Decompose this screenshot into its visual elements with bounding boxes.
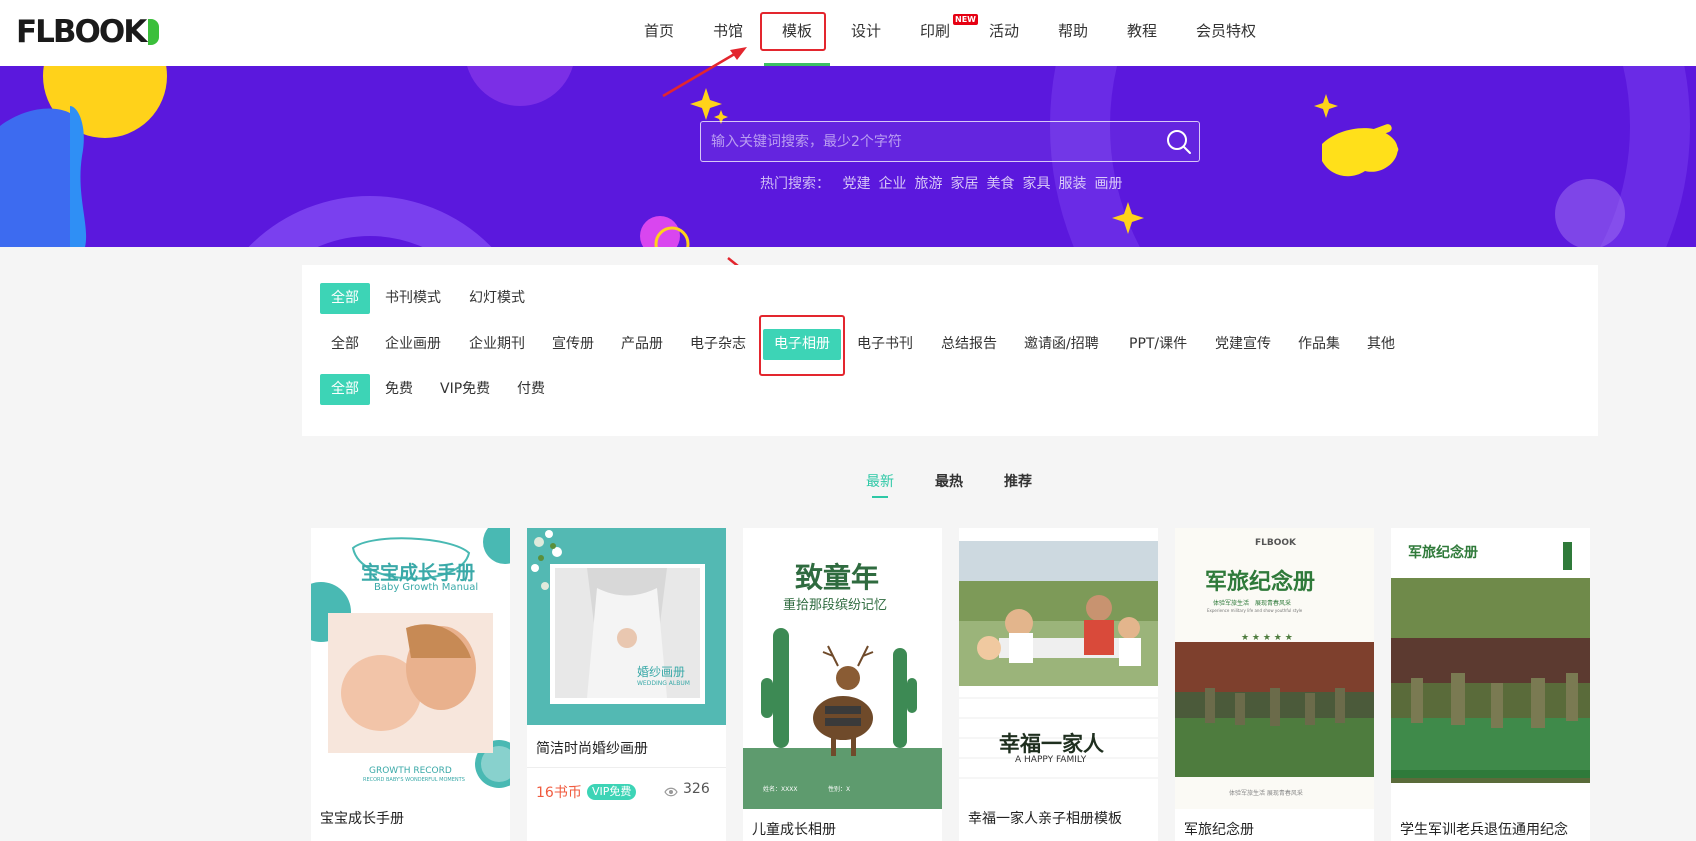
hot-searches: 热门搜索： 党建 企业 旅游 家居 美食 家具 服装 画册 (760, 173, 1122, 193)
template-thumbnail: 婚纱画册 WEDDING ALBUM (527, 528, 726, 725)
nav-design[interactable]: 设计 (851, 20, 881, 41)
nav-help[interactable]: 帮助 (1058, 20, 1088, 41)
template-thumbnail: 军旅纪念册 (1391, 528, 1590, 798)
mode-filter-all[interactable]: 全部 (320, 283, 370, 314)
mode-filter-book[interactable]: 书刊模式 (374, 283, 452, 314)
template-thumbnail: 致童年 重拾那段缤纷记忆 姓名：XXXX 性别：X (743, 528, 942, 809)
template-thumbnail: 幸福一家人 A HAPPY FAMILY (959, 528, 1158, 798)
hot-term[interactable]: 旅游 (914, 176, 942, 192)
template-card[interactable]: 致童年 重拾那段缤纷记忆 姓名：XXXX 性别：X 儿童成长相册 (743, 528, 942, 841)
search-input[interactable] (701, 122, 1151, 161)
sort-tab-recommended[interactable]: 推荐 (1004, 471, 1032, 491)
thumb-subheading: 体验军旅生活 展现青春风采 (1213, 600, 1292, 607)
card-title: 幸福一家人亲子相册模板 (968, 811, 1122, 827)
thumb-field-gender: 性别：X (828, 786, 851, 793)
thumb-subheading: A HAPPY FAMILY (1015, 755, 1087, 765)
template-card[interactable]: 宝宝成长手册 Baby Growth Manual GROWTH RECORD … (311, 528, 510, 841)
category-filter-all[interactable]: 全部 (320, 329, 370, 360)
template-card[interactable]: ★ ★ ★ ★ ★ FLBOOK 军旅纪念册 体验军旅生活 展现青春风采 Exp… (1175, 528, 1374, 841)
search-icon[interactable] (1165, 128, 1193, 156)
category-filter-report[interactable]: 总结报告 (930, 329, 1008, 360)
thumb-brand: FLBOOK (1255, 538, 1297, 548)
new-badge: NEW (953, 14, 978, 25)
vip-badge: VIP免费 (587, 784, 637, 800)
thumbnail-art (531, 530, 705, 704)
price-label: 16书币 (536, 785, 582, 801)
view-count: 326 (683, 781, 710, 797)
thumb-heading: 致童年 (795, 561, 880, 594)
site-header: FLBOOK 首页 书馆 模板 设计 印刷 NEW 活动 帮助 教程 会员特权 (0, 0, 1696, 66)
hot-term[interactable]: 画册 (1094, 176, 1122, 192)
hot-term[interactable]: 党建 (842, 176, 870, 192)
category-filter-ebook[interactable]: 电子书刊 (846, 329, 924, 360)
nav-membership[interactable]: 会员特权 (1196, 20, 1256, 41)
category-filter-portfolio[interactable]: 作品集 (1287, 329, 1351, 360)
sort-tab-newest[interactable]: 最新 (866, 471, 894, 491)
template-thumbnail: 宝宝成长手册 Baby Growth Manual GROWTH RECORD … (311, 528, 510, 798)
highlight-box-ealbum (759, 315, 845, 376)
card-title: 学生军训老兵退伍通用纪念 (1400, 822, 1568, 838)
thumb-heading: 婚纱画册 (637, 665, 686, 679)
card-title: 军旅纪念册 (1184, 822, 1254, 838)
category-filter-emagazine[interactable]: 电子杂志 (679, 329, 757, 360)
category-filter-corporate-journal[interactable]: 企业期刊 (458, 329, 536, 360)
highlight-box-templates (760, 12, 826, 51)
thumb-footer: GROWTH RECORD (369, 766, 452, 776)
template-card[interactable]: 军旅纪念册 学生军训老兵退伍通用纪念 (1391, 528, 1590, 841)
logo-text: FLBOOK (16, 14, 147, 50)
thumb-subheading: 重拾那段缤纷记忆 (783, 598, 888, 613)
thumb-subheading: Baby Growth Manual (374, 582, 479, 593)
thumb-heading: 宝宝成长手册 (361, 562, 476, 584)
mode-filter-slide[interactable]: 幻灯模式 (458, 283, 536, 314)
thumbnail-art (1391, 542, 1590, 783)
price-filter-free[interactable]: 免费 (374, 374, 424, 405)
svg-text:★ ★ ★ ★ ★: ★ ★ ★ ★ ★ (1241, 633, 1293, 643)
nav-library[interactable]: 书馆 (713, 20, 743, 41)
hot-search-label: 热门搜索： (760, 176, 830, 192)
category-filter-party[interactable]: 党建宣传 (1204, 329, 1282, 360)
hot-term[interactable]: 服装 (1058, 176, 1086, 192)
card-title: 简洁时尚婚纱画册 (536, 741, 648, 757)
thumb-heading: 军旅纪念册 (1205, 570, 1316, 595)
card-title: 宝宝成长手册 (320, 811, 404, 827)
thumb-heading: 军旅纪念册 (1408, 545, 1478, 561)
flbook-logo[interactable]: FLBOOK (16, 14, 160, 50)
nav-print[interactable]: 印刷 (920, 20, 950, 41)
template-card[interactable]: 婚纱画册 WEDDING ALBUM 简洁时尚婚纱画册 16书币 VIP免费 3… (527, 528, 726, 841)
template-search-box (700, 121, 1200, 162)
nav-home[interactable]: 首页 (644, 20, 674, 41)
category-filter-invitation[interactable]: 邀请函/招聘 (1013, 329, 1110, 360)
category-filter-product[interactable]: 产品册 (610, 329, 674, 360)
eye-icon (664, 787, 678, 797)
nav-events[interactable]: 活动 (989, 20, 1019, 41)
nav-tutorials[interactable]: 教程 (1127, 20, 1157, 41)
sort-tab-hottest[interactable]: 最热 (935, 471, 963, 491)
category-filter-corporate-album[interactable]: 企业画册 (374, 329, 452, 360)
category-filter-other[interactable]: 其他 (1356, 329, 1406, 360)
template-card[interactable]: 幸福一家人 A HAPPY FAMILY 幸福一家人亲子相册模板 (959, 528, 1158, 841)
thumb-subheading: WEDDING ALBUM (637, 680, 690, 687)
hot-term[interactable]: 家具 (1022, 176, 1050, 192)
thumb-heading: 幸福一家人 (999, 731, 1104, 756)
hot-term[interactable]: 家居 (950, 176, 978, 192)
price-filter-all[interactable]: 全部 (320, 374, 370, 405)
card-title: 儿童成长相册 (752, 822, 836, 838)
hot-term[interactable]: 美食 (986, 176, 1014, 192)
logo-mark-icon (148, 19, 160, 45)
card-divider (527, 767, 726, 768)
thumb-footer: 体验军旅生活 展现青春风采 (1229, 790, 1303, 797)
thumb-subheading-en: Experience military life and show youthf… (1207, 608, 1303, 613)
category-filter-brochure[interactable]: 宣传册 (541, 329, 605, 360)
price-filter-paid[interactable]: 付费 (506, 374, 556, 405)
sort-active-indicator (872, 496, 888, 498)
thumb-field-name: 姓名：XXXX (763, 786, 798, 793)
category-filter-ppt[interactable]: PPT/课件 (1118, 329, 1198, 360)
thumb-footer-sub: RECORD BABY'S WONDERFUL MOMENTS (363, 777, 465, 783)
price-filter-vip-free[interactable]: VIP免费 (429, 374, 501, 405)
template-thumbnail: ★ ★ ★ ★ ★ FLBOOK 军旅纪念册 体验军旅生活 展现青春风采 Exp… (1175, 528, 1374, 809)
hot-term[interactable]: 企业 (878, 176, 906, 192)
